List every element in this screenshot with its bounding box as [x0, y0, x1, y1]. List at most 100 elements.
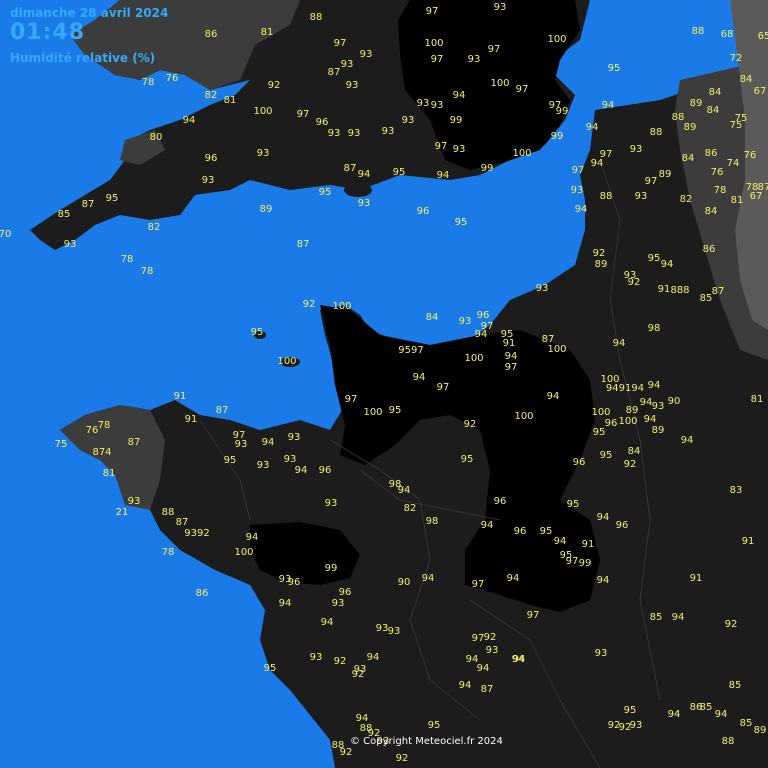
station-value: 949194: [606, 383, 644, 394]
station-value: 87: [712, 286, 725, 297]
station-value: 89: [260, 204, 273, 215]
station-value: 92: [396, 753, 409, 764]
station-value: 89: [626, 405, 639, 416]
station-value: 94: [453, 90, 466, 101]
station-value: 93: [494, 2, 507, 13]
station-value: 97: [505, 362, 518, 373]
station-value: 87: [176, 517, 189, 528]
station-value: 97: [600, 149, 613, 160]
station-value: 94: [661, 259, 674, 270]
station-value: 85: [700, 293, 713, 304]
station-value: 68: [721, 29, 734, 40]
station-value: 93: [235, 439, 248, 450]
station-value: 90: [398, 577, 411, 588]
station-value: 94: [279, 598, 292, 609]
station-value: 94: [321, 617, 334, 628]
station-value: 81: [261, 27, 274, 38]
station-value: 89: [659, 169, 672, 180]
station-value: 95: [393, 167, 406, 178]
station-value: 82: [205, 90, 218, 101]
island-wight: [344, 183, 372, 197]
station-value: 84: [628, 446, 641, 457]
station-value: 100: [464, 353, 483, 364]
station-value: 9597: [398, 345, 423, 356]
station-value: 97: [472, 633, 485, 644]
station-value: 94: [715, 709, 728, 720]
station-value: 75: [55, 439, 68, 450]
station-value: 93: [453, 144, 466, 155]
station-value: 76: [744, 150, 757, 161]
station-value: 95: [428, 720, 441, 731]
station-value: 96: [417, 206, 430, 217]
station-value: 97: [516, 84, 529, 95]
station-value: 96: [573, 457, 586, 468]
station-value: 87: [758, 182, 768, 193]
station-value: 84: [707, 105, 720, 116]
station-value: 93: [468, 54, 481, 65]
station-value: 65: [758, 31, 768, 42]
station-value: 96: [514, 526, 527, 537]
station-value: 97: [572, 165, 585, 176]
station-value: 94: [648, 380, 661, 391]
station-value: 93: [64, 239, 77, 250]
station-value: 94: [672, 612, 685, 623]
station-value: 97: [297, 109, 310, 120]
station-value: 93: [257, 460, 270, 471]
station-value: 84: [426, 312, 439, 323]
station-value: 94: [554, 536, 567, 547]
station-value: 93: [382, 126, 395, 137]
station-value: 93: [341, 59, 354, 70]
station-value: 100: [591, 407, 610, 418]
station-value: 80: [150, 132, 163, 143]
station-value: 70: [0, 229, 11, 240]
station-value: 98: [648, 323, 661, 334]
station-value: 92: [303, 299, 316, 310]
station-value: 97: [488, 44, 501, 55]
station-value: 97: [431, 54, 444, 65]
station-value: 94: [668, 709, 681, 720]
station-value: 21: [116, 507, 129, 518]
station-value: 89: [754, 725, 767, 736]
station-value: 94: [640, 397, 653, 408]
station-value: 93: [128, 496, 141, 507]
station-value: 88: [310, 12, 323, 23]
station-value: 78: [714, 185, 727, 196]
station-value: 92: [628, 277, 641, 288]
station-value: 94: [437, 170, 450, 181]
station-value: 93: [486, 645, 499, 656]
station-value: 100: [363, 407, 382, 418]
station-value: 94: [602, 100, 615, 111]
station-value: 874: [92, 447, 111, 458]
station-value: 96: [288, 577, 301, 588]
station-value: 84: [740, 74, 753, 85]
station-value: 95: [389, 405, 402, 416]
station-value: 91: [742, 536, 755, 547]
station-value: 95: [461, 454, 474, 465]
station-value: 78: [141, 266, 154, 277]
station-value: 93: [358, 198, 371, 209]
station-value: 88: [722, 736, 735, 747]
station-value: 93: [630, 144, 643, 155]
station-value: 97: [426, 6, 439, 17]
station-value: 91: [185, 414, 198, 425]
station-value: 88: [650, 127, 663, 138]
station-value: 99: [325, 563, 338, 574]
station-value: 76: [166, 73, 179, 84]
station-value: 74: [727, 158, 740, 169]
station-value: 100: [490, 78, 509, 89]
station-value: 81: [103, 468, 116, 479]
station-value: 85: [700, 702, 713, 713]
station-value: 93: [284, 454, 297, 465]
station-value: 93: [402, 115, 415, 126]
station-value: 78: [162, 547, 175, 558]
station-value: 75: [730, 120, 743, 131]
station-value: 95: [600, 450, 613, 461]
station-value: 86: [705, 148, 718, 159]
station-value: 87: [297, 239, 310, 250]
time-label: 01:48: [10, 20, 86, 45]
station-value: 92: [268, 80, 281, 91]
station-value: 92: [484, 632, 497, 643]
station-value: 94: [575, 204, 588, 215]
station-value: 89: [690, 98, 703, 109]
station-value: 96: [339, 587, 352, 598]
